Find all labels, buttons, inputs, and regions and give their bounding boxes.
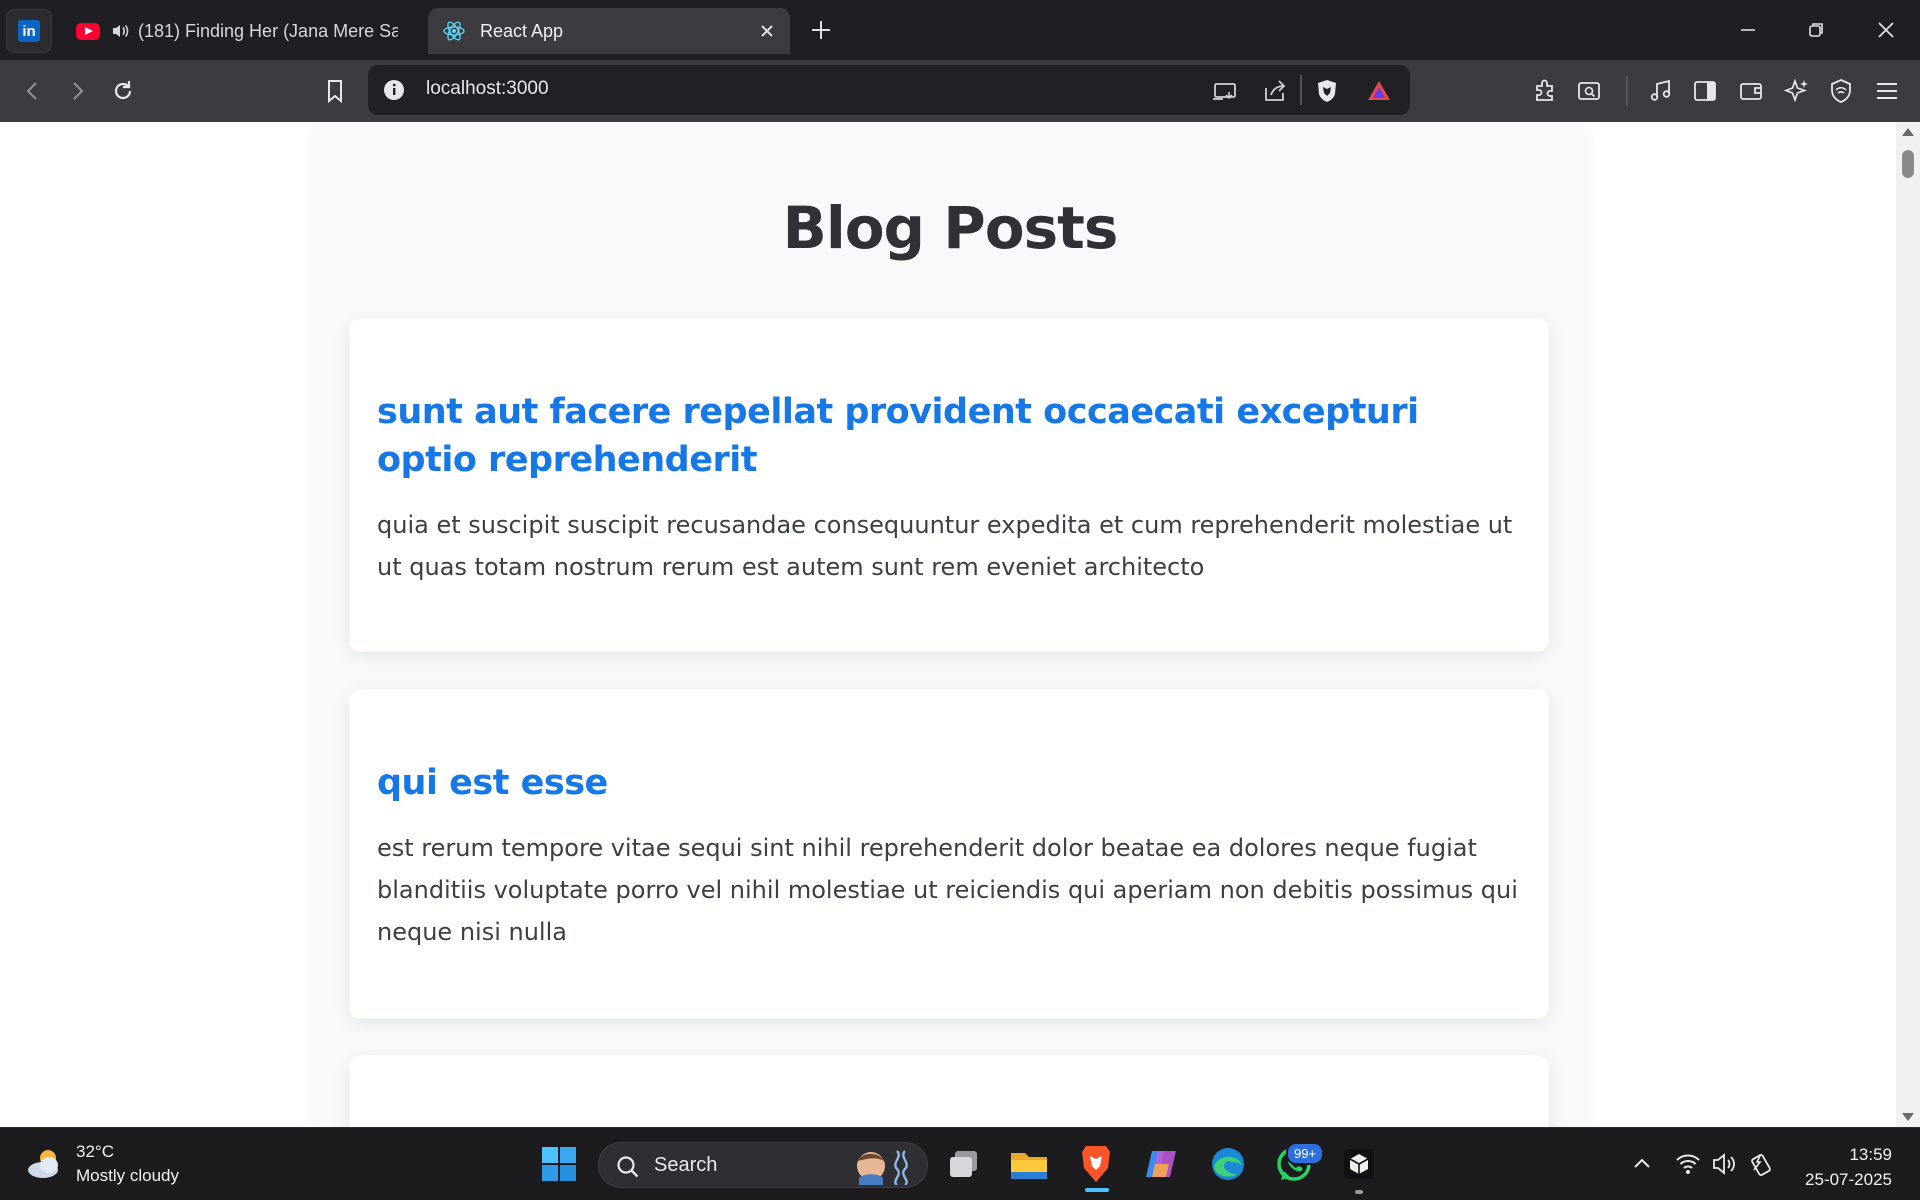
clock-date: 25-07-2025 (1805, 1170, 1892, 1189)
brave-rewards-icon[interactable] (1364, 76, 1394, 106)
pinned-tab-linkedin[interactable]: in (6, 9, 52, 53)
brave-shields-icon[interactable] (1312, 76, 1342, 106)
taskbar: 32°C Mostly cloudy Search 99+ 13:59 25-0… (0, 1127, 1920, 1200)
post-card (349, 1055, 1549, 1127)
tab-title: (181) Finding Her (Jana Mere Saw (138, 20, 398, 41)
media-music-icon[interactable] (1646, 76, 1676, 106)
minimize-icon[interactable] (1734, 16, 1762, 44)
back-icon[interactable] (18, 76, 48, 106)
page-viewport: Blog Posts sunt aut facere repellat prov… (0, 122, 1896, 1127)
tab-react-app[interactable]: React App (428, 8, 790, 54)
copilot-button[interactable] (1139, 1142, 1183, 1186)
weather-widget[interactable]: 32°C Mostly cloudy (24, 1140, 179, 1188)
edge-icon (1212, 1148, 1244, 1180)
folder-icon (1011, 1153, 1047, 1179)
box-app-icon (1344, 1149, 1374, 1179)
post-body: quia et suscipit suscipit recusandae con… (377, 511, 1513, 581)
tab-title: React App (480, 20, 564, 41)
active-app-indicator (1085, 1188, 1109, 1192)
sidebar-icon[interactable] (1690, 76, 1720, 106)
scroll-thumb[interactable] (1902, 150, 1914, 178)
post-card: qui est esse est rerum tempore vitae seq… (349, 689, 1549, 1019)
search-highlight-icon (857, 1150, 908, 1185)
close-tab-icon[interactable] (756, 20, 778, 42)
windows-icon (542, 1147, 576, 1181)
brave-browser-button[interactable] (1074, 1142, 1118, 1186)
start-button[interactable] (537, 1142, 581, 1186)
brave-icon (1082, 1146, 1110, 1182)
wallet-icon[interactable] (1736, 76, 1766, 106)
leo-ai-icon[interactable] (1782, 76, 1812, 106)
clock-time: 13:59 (1849, 1145, 1892, 1164)
page-title: Blog Posts (782, 194, 1119, 262)
post-card: sunt aut facere repellat provident occae… (349, 318, 1549, 652)
menu-icon[interactable] (1872, 76, 1902, 106)
task-view-icon (950, 1151, 977, 1177)
browser-toolbar: localhost:3000 (0, 60, 1920, 122)
forward-icon[interactable] (62, 76, 92, 106)
battery-charging-icon[interactable] (1746, 1150, 1774, 1178)
running-app-indicator (1355, 1190, 1363, 1194)
search-label: Search (654, 1154, 718, 1176)
cloudy-weather-icon (28, 1150, 58, 1178)
speaker-icon[interactable] (110, 21, 130, 41)
site-info-icon[interactable] (382, 78, 406, 102)
new-tab-icon[interactable] (808, 17, 834, 43)
weather-condition: Mostly cloudy (76, 1166, 179, 1185)
youtube-icon (76, 22, 100, 40)
restore-icon[interactable] (1802, 16, 1830, 44)
copilot-icon (1146, 1151, 1176, 1177)
task-view-button[interactable] (942, 1142, 986, 1186)
cast-icon[interactable] (1210, 76, 1240, 106)
taskbar-search[interactable]: Search (598, 1142, 928, 1188)
share-icon[interactable] (1260, 76, 1290, 106)
volume-icon[interactable] (1710, 1150, 1738, 1178)
edge-button[interactable] (1206, 1142, 1250, 1186)
vertical-scrollbar[interactable] (1896, 122, 1920, 1127)
system-clock[interactable]: 13:59 25-07-2025 (1805, 1142, 1892, 1192)
divider (1300, 75, 1302, 105)
react-icon (443, 21, 465, 41)
screenshot-search-icon[interactable] (1574, 76, 1604, 106)
post-title: sunt aut facere repellat provident occae… (377, 392, 1419, 480)
chevron-up-icon[interactable] (1628, 1150, 1656, 1178)
reload-icon[interactable] (108, 76, 138, 106)
notification-badge: 99+ (1286, 1142, 1325, 1165)
post-title: qui est esse (377, 763, 608, 803)
app-button[interactable] (1337, 1142, 1381, 1186)
tab-strip: in (181) Finding Her (Jana Mere Saw Reac… (0, 0, 1920, 60)
linkedin-icon: in (18, 20, 40, 42)
tab-youtube[interactable]: (181) Finding Her (Jana Mere Saw (62, 8, 412, 54)
scroll-up-arrow-icon[interactable] (1902, 128, 1914, 136)
url-text: localhost:3000 (426, 78, 549, 99)
divider (1626, 76, 1628, 106)
bookmark-icon[interactable] (320, 76, 350, 106)
extensions-icon[interactable] (1530, 76, 1560, 106)
scroll-down-arrow-icon[interactable] (1902, 1113, 1914, 1121)
close-window-icon[interactable] (1872, 16, 1900, 44)
search-icon (617, 1156, 639, 1178)
blog-container: Blog Posts sunt aut facere repellat prov… (314, 122, 1586, 1127)
wifi-icon[interactable] (1674, 1150, 1702, 1178)
vpn-icon[interactable] (1826, 76, 1856, 106)
file-explorer-button[interactable] (1007, 1142, 1051, 1186)
post-body: est rerum tempore vitae sequi sint nihil… (377, 834, 1518, 946)
address-bar[interactable]: localhost:3000 (368, 65, 1410, 115)
weather-temp: 32°C (76, 1142, 114, 1161)
